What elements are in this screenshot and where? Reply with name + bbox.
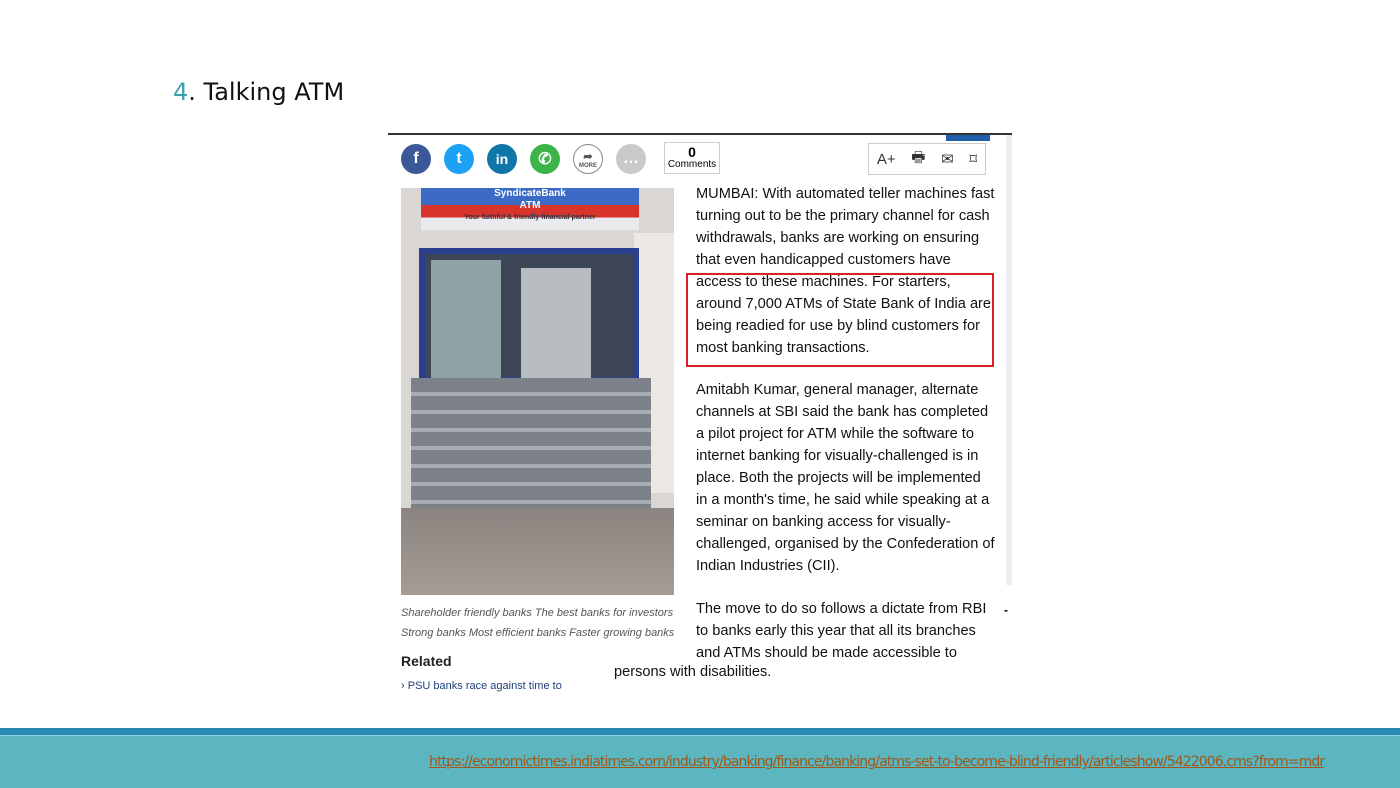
more-share-button[interactable]: ➦ MORE [573, 144, 603, 174]
floor [401, 508, 674, 595]
whatsapp-icon[interactable]: ✆ [530, 144, 560, 174]
facebook-icon[interactable]: f [401, 144, 431, 174]
slide-title-text: . Talking ATM [188, 78, 345, 106]
comments-number: 0 [688, 144, 696, 160]
atm-machine [521, 268, 591, 378]
comments-label: Comments [667, 159, 717, 170]
twitter-icon[interactable]: t [444, 144, 474, 174]
sign-tagline: Your faithful & friendly financial partn… [464, 214, 596, 221]
bookmark-icon[interactable]: ⌑ [969, 150, 977, 168]
photo-caption: Shareholder friendly banks The best bank… [401, 603, 674, 643]
bookmark-tab [946, 135, 990, 141]
share-arrow-icon: ➦ [583, 150, 593, 163]
article-paragraph: Amitabh Kumar, general manager, alternat… [696, 382, 995, 574]
comment-icon[interactable]: … [616, 144, 646, 174]
atm-sign: SyndicateBank ATM Your faithful & friendly… [421, 188, 639, 230]
caption-line: Strong banks Most efficient banks Faster… [401, 627, 675, 639]
sign-sub: ATM [519, 200, 541, 211]
slide-number: 4 [173, 78, 189, 106]
related-link[interactable]: › PSU banks race against time to [401, 680, 562, 692]
related-link-text[interactable]: PSU banks race against time to [408, 680, 562, 692]
article-screenshot: f t in ✆ ➦ MORE … 0 Comments A+ 🖶 ✉ ⌑ Synd… [388, 133, 1012, 695]
comments-count[interactable]: 0 Comments [664, 142, 720, 174]
highlight-box [686, 273, 994, 367]
atm-photo: SyndicateBank ATM Your faithful & friendly… [401, 188, 674, 595]
article-tools: A+ 🖶 ✉ ⌑ [868, 143, 986, 175]
scrollbar [1006, 135, 1012, 585]
source-link[interactable]: https://economictimes.indiatimes.com/ind… [429, 754, 1325, 770]
slide-title: 4. Talking ATM [173, 78, 344, 106]
more-label: MORE [579, 162, 597, 169]
steps [411, 378, 651, 508]
footer-stripe [0, 728, 1400, 736]
article-paragraph: The move to do so follows a dictate from… [696, 601, 987, 661]
print-icon[interactable]: 🖶 [911, 147, 925, 172]
sign-text: SyndicateBank [494, 188, 566, 199]
related-heading: Related [401, 653, 452, 669]
glass-door [431, 260, 501, 378]
dash-mark: - [1004, 603, 1008, 617]
linkedin-icon[interactable]: in [487, 144, 517, 174]
email-icon[interactable]: ✉ [941, 150, 954, 168]
article-paragraph-end: persons with disabilities. [614, 664, 772, 680]
caption-line: Shareholder friendly banks The best bank… [401, 607, 674, 619]
font-size-button[interactable]: A+ [877, 151, 896, 168]
